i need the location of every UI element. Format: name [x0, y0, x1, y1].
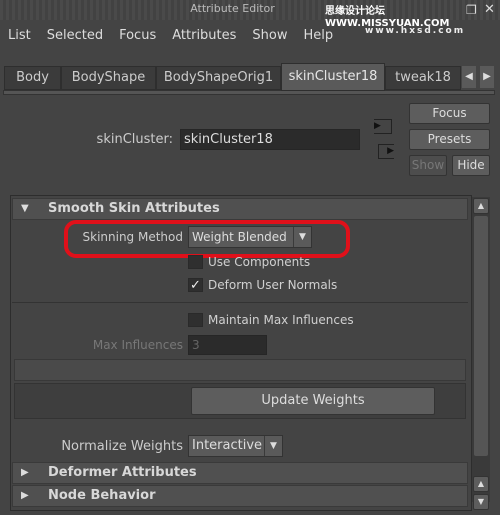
section-node-behavior[interactable]: ▶ Node Behavior: [12, 485, 468, 507]
menu-list[interactable]: List: [8, 28, 31, 43]
hide-button[interactable]: Hide: [452, 155, 490, 176]
tab-body[interactable]: Body: [4, 66, 61, 90]
menu-attributes[interactable]: Attributes: [172, 28, 236, 43]
scrollbar-thumb[interactable]: [474, 216, 488, 456]
scroll-down-icon[interactable]: ▼: [473, 494, 489, 510]
update-weights-button[interactable]: Update Weights: [191, 387, 435, 415]
tab-scroll-left-icon[interactable]: ◀: [462, 66, 476, 88]
watermark-url: www.hxsd.com: [365, 26, 466, 36]
tab-skincluster18[interactable]: skinCluster18: [281, 63, 385, 91]
scroll-up-icon[interactable]: ▲: [473, 198, 489, 214]
tab-bodyshape[interactable]: BodyShape: [61, 66, 156, 90]
section-title: Deformer Attributes: [48, 465, 197, 480]
chevron-down-icon: ▼: [264, 436, 282, 456]
deform-user-normals-checkbox[interactable]: ✓: [188, 278, 203, 292]
menu-selected[interactable]: Selected: [47, 28, 103, 43]
focus-button[interactable]: Focus: [409, 103, 490, 124]
section-title: Smooth Skin Attributes: [48, 201, 220, 216]
tab-bar-underline: [3, 90, 495, 95]
use-components-checkbox[interactable]: [188, 255, 203, 269]
highlight-annotation: [64, 220, 350, 258]
dropdown-value: Interactive: [192, 438, 263, 453]
max-influences-field[interactable]: 3: [188, 335, 267, 355]
collapse-triangle-icon: ▼: [21, 203, 29, 214]
show-button[interactable]: Show: [409, 155, 447, 176]
presets-button[interactable]: Presets: [409, 129, 490, 150]
normalize-weights-dropdown[interactable]: Interactive ▼: [188, 435, 283, 457]
maintain-max-influences-checkbox[interactable]: [188, 313, 203, 327]
section-title: Node Behavior: [48, 488, 156, 503]
input-connection-icon[interactable]: ▶: [374, 119, 392, 134]
max-influences-label: Max Influences: [92, 338, 183, 352]
normalize-weights-label: Normalize Weights: [61, 439, 183, 454]
maintain-max-influences-label: Maintain Max Influences: [208, 313, 354, 327]
menu-focus[interactable]: Focus: [119, 28, 156, 43]
tab-bodyshapeorig1[interactable]: BodyShapeOrig1: [156, 66, 281, 90]
expand-triangle-icon: ▶: [21, 490, 29, 501]
separator-bar: [14, 359, 466, 381]
divider: [12, 302, 468, 303]
expand-triangle-icon: ▶: [21, 467, 29, 478]
section-smooth-skin-attributes[interactable]: ▼ Smooth Skin Attributes: [12, 198, 468, 220]
tab-scroll-right-icon[interactable]: ▶: [480, 66, 494, 88]
use-components-label: Use Components: [208, 255, 311, 269]
scroll-up-icon[interactable]: ▲: [473, 476, 489, 492]
node-name-label: skinCluster:: [96, 132, 173, 147]
menu-show[interactable]: Show: [252, 28, 287, 43]
menu-bar: List Selected Focus Attributes Show Help: [8, 28, 349, 43]
section-deformer-attributes[interactable]: ▶ Deformer Attributes: [12, 462, 468, 484]
tab-tweak18[interactable]: tweak18: [385, 66, 461, 90]
check-icon: ✓: [190, 278, 201, 293]
node-name-field[interactable]: skinCluster18: [180, 129, 360, 150]
deform-user-normals-label: Deform User Normals: [208, 278, 338, 292]
menu-help[interactable]: Help: [304, 28, 334, 43]
output-connection-icon[interactable]: ▶: [378, 144, 394, 159]
